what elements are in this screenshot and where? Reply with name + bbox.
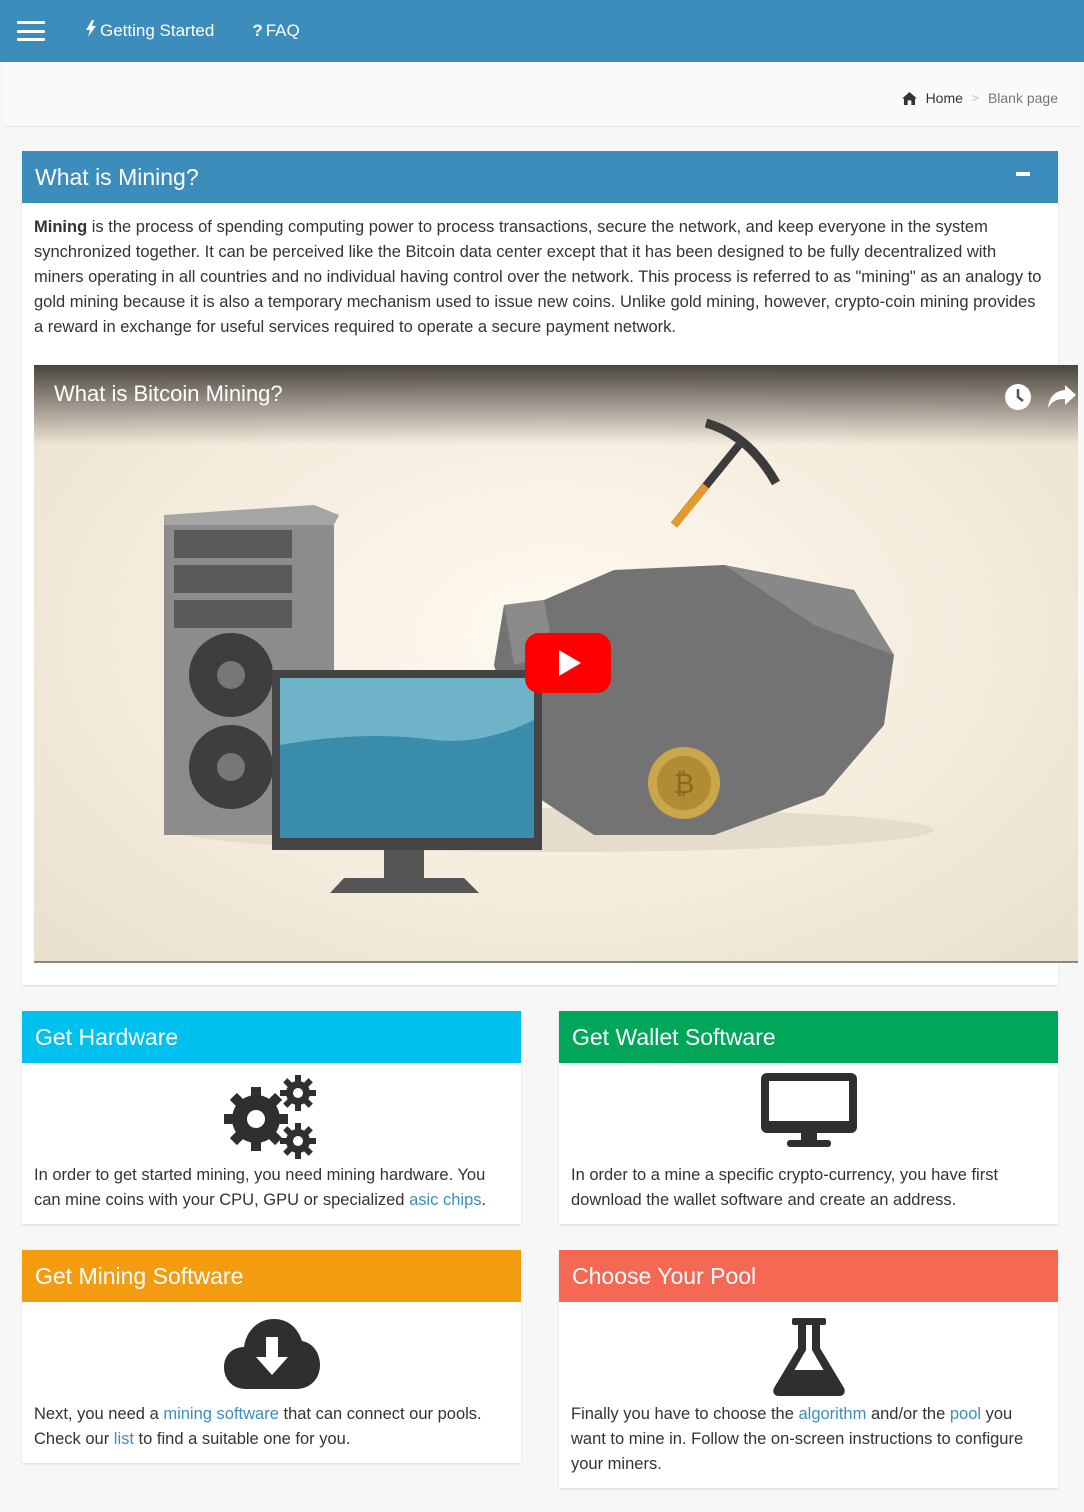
nav-getting-started[interactable]: Getting Started [85,20,214,42]
wallet-card-body: In order to a mine a specific crypto-cur… [559,1163,1058,1225]
svg-text:₿: ₿ [674,767,695,800]
pool-card-body: Finally you have to choose the algorithm… [559,1402,1058,1489]
video-title[interactable]: What is Bitcoin Mining? [54,381,283,407]
nav-getting-started-label: Getting Started [100,21,215,40]
hardware-card-header: Get Hardware [22,1011,521,1063]
desktop-icon [559,1063,1058,1163]
nav-faq-label: FAQ [265,21,300,40]
mining-software-card-header: Get Mining Software [22,1250,521,1302]
hardware-text-b: . [481,1191,487,1209]
software-text-c: to find a suitable one for you. [133,1430,351,1448]
nav-faq[interactable]: ? FAQ [252,21,299,41]
wallet-card-header: Get Wallet Software [559,1011,1058,1063]
mining-description: Mining is the process of spending comput… [34,215,1046,340]
breadcrumb-separator: > [971,91,979,105]
video-progress-line [34,961,1078,963]
mining-software-card-title: Get Mining Software [35,1262,244,1289]
flask-icon [559,1302,1058,1402]
mining-software-card: Get Mining Software Next, you need a min… [22,1250,521,1463]
play-button[interactable] [525,633,611,698]
gears-icon [22,1063,521,1163]
pool-card-header: Choose Your Pool [559,1250,1058,1302]
pool-link[interactable]: pool [950,1405,981,1423]
mining-description-text: is the process of spending computing pow… [34,218,1042,336]
algorithm-link[interactable]: algorithm [798,1405,866,1423]
pool-card: Choose Your Pool Finally you have to cho… [559,1250,1058,1488]
top-navbar: Getting Started ? FAQ [0,0,1084,62]
asic-chips-link[interactable]: asic chips [409,1191,481,1209]
mining-software-text: Next, you need a mining software that ca… [34,1402,509,1452]
cloud-download-icon [22,1302,521,1402]
hardware-text: In order to get started mining, you need… [34,1163,509,1213]
wallet-card: Get Wallet Software In order to a mine a… [559,1011,1058,1224]
sidebar-toggle-icon[interactable] [17,21,45,41]
mining-software-card-body: Next, you need a mining software that ca… [22,1402,521,1464]
list-link[interactable]: list [114,1430,134,1448]
pool-text: Finally you have to choose the algorithm… [571,1402,1046,1477]
collapse-button[interactable] [1016,172,1030,176]
software-text-a: Next, you need a [34,1405,164,1423]
breadcrumb: Home > Blank page [901,90,1058,106]
home-icon [901,91,917,105]
share-icon[interactable] [1047,383,1077,414]
mining-box-body: Mining is the process of spending comput… [22,203,1058,352]
wallet-card-title: Get Wallet Software [572,1023,776,1050]
mining-info-box: What is Mining? Mining is the process of… [22,151,1078,985]
pool-text-a: Finally you have to choose the [571,1405,799,1423]
pool-text-b: and/or the [866,1405,950,1423]
hardware-card-title: Get Hardware [35,1023,179,1050]
mining-bold-word: Mining [34,218,88,236]
breadcrumb-home[interactable]: Home [901,90,963,106]
mining-software-link[interactable]: mining software [163,1405,279,1423]
watch-later-icon[interactable] [1004,383,1032,416]
mining-box-header: What is Mining? [22,151,1058,203]
breadcrumb-current: Blank page [987,90,1058,106]
content-header: Home > Blank page [4,62,1080,127]
wallet-text: In order to a mine a specific crypto-cur… [571,1166,999,1209]
mining-box-title: What is Mining? [35,163,199,190]
breadcrumb-home-label: Home [925,90,963,106]
bolt-icon [85,20,97,42]
question-icon: ? [252,21,263,40]
video-player[interactable]: What is Bitcoin Mining? ₿ [34,365,1078,963]
play-icon [525,633,611,693]
hardware-card: Get Hardware In order to get started min… [22,1011,521,1224]
pool-card-title: Choose Your Pool [572,1262,757,1289]
hardware-card-body: In order to get started mining, you need… [22,1163,521,1225]
